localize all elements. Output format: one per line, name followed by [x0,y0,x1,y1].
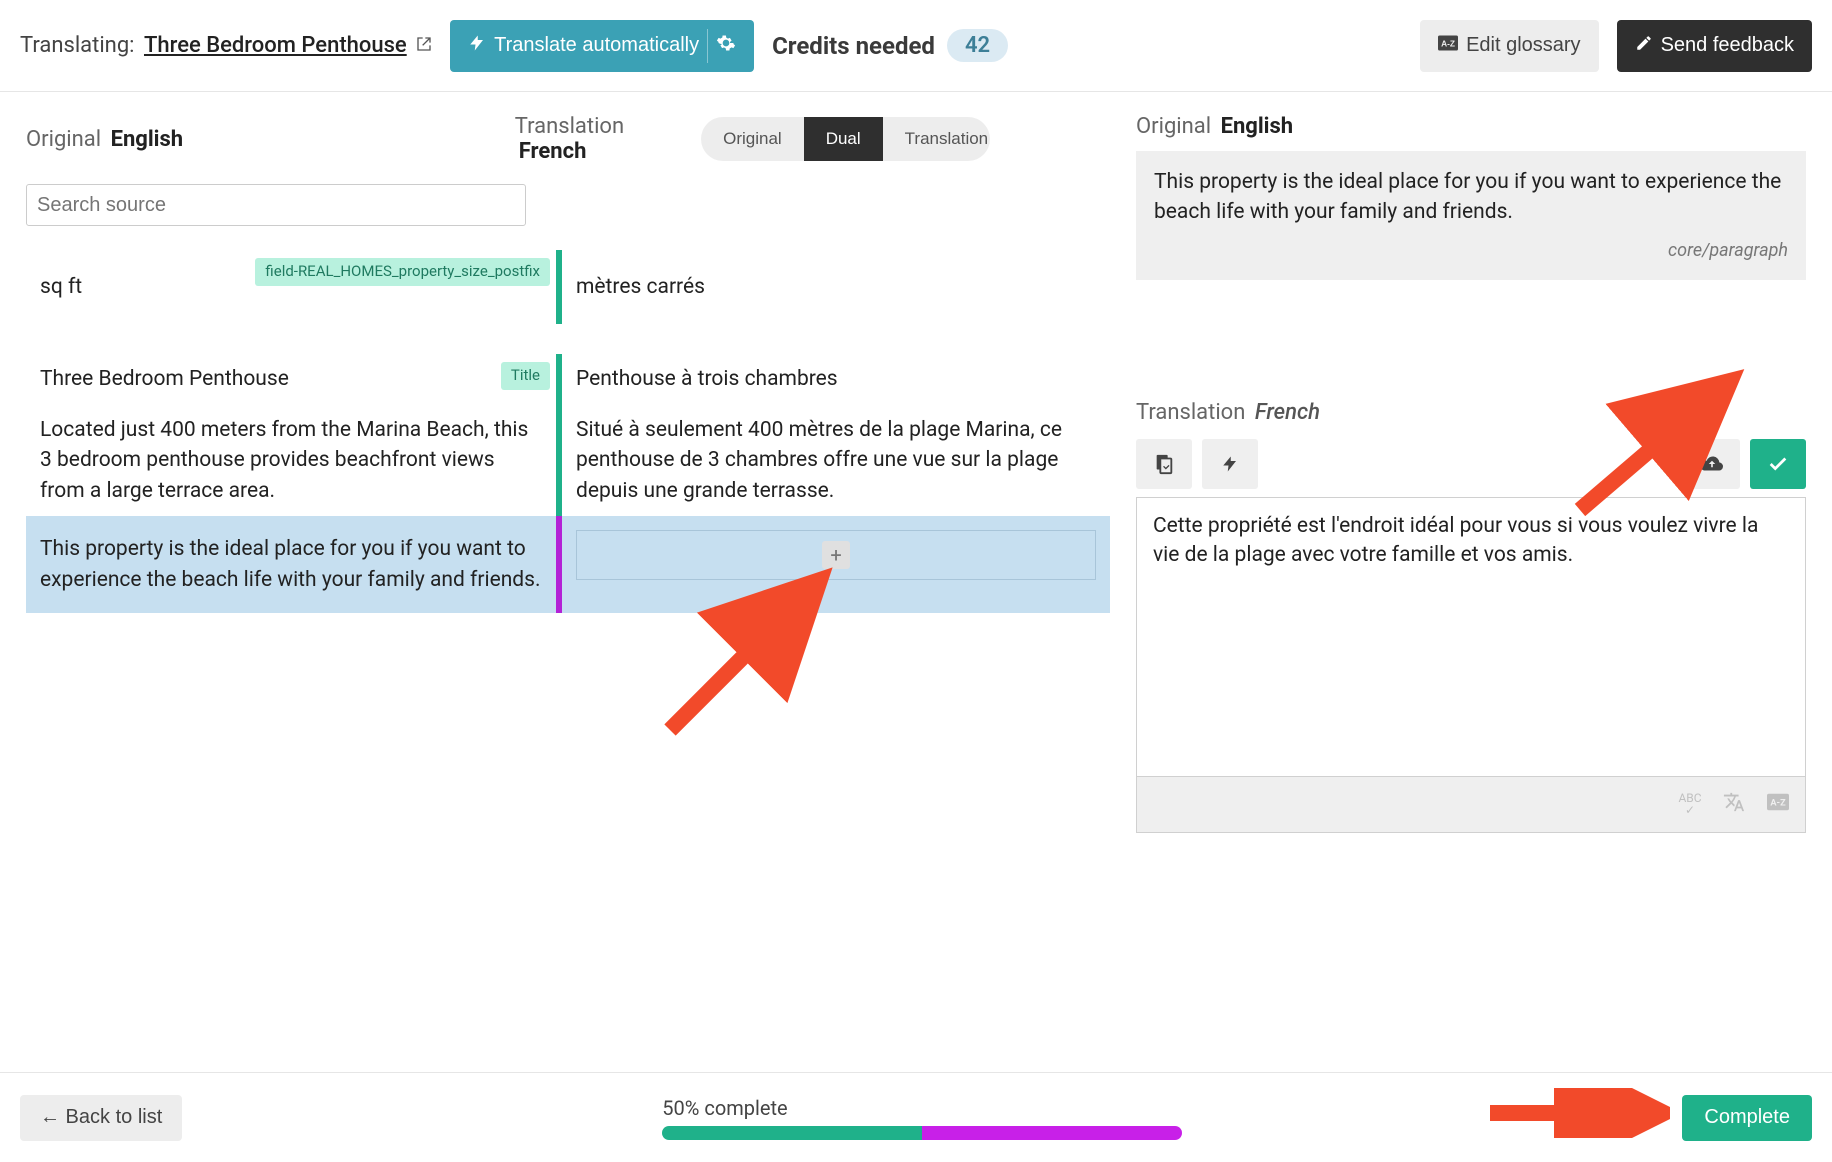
translating-block: Translating: Three Bedroom Penthouse [20,33,432,58]
view-tab-translation[interactable]: Translation [883,117,990,161]
segment-original: This property is the ideal place for you… [26,516,556,613]
copy-source-button[interactable] [1136,439,1192,489]
view-tab-dual[interactable]: Dual [804,117,883,161]
svg-text:A-Z: A-Z [1770,799,1786,809]
detail-original-label: Original English [1136,114,1806,139]
progress-label: 50% complete [662,1096,1182,1120]
status-bar-green [556,250,562,324]
credits-block: Credits needed 42 [772,29,1008,62]
translate-automatically-button[interactable]: Translate automatically [450,20,754,72]
view-tab-original[interactable]: Original [701,117,804,161]
segment-translation: Situé à seulement 400 mètres de la plage… [556,405,1110,516]
segment-row[interactable]: sq ft field-REAL_HOMES_property_size_pos… [26,250,1110,324]
translation-lang-label: Translation French [515,114,689,164]
auto-translate-single-button[interactable] [1202,439,1258,489]
send-feedback-button[interactable]: Send feedback [1617,20,1812,72]
confirm-translation-button[interactable] [1750,439,1806,489]
progress-bar [662,1126,1182,1140]
az-icon[interactable]: A-Z [1765,793,1791,816]
view-toggle: Original Dual Translation [701,117,990,161]
status-bar-green [556,354,562,404]
abc-check-icon[interactable]: ABC✓ [1677,792,1703,816]
original-meta: core/paragraph [1154,238,1788,264]
main-area: Original English Translation French Orig… [0,92,1832,1072]
detail-translation-label: Translation French [1136,400,1806,425]
cloud-save-button[interactable] [1684,439,1740,489]
segment-translation: mètres carrés [556,250,1110,324]
translation-text: Cette propriété est l'endroit idéal pour… [1153,512,1789,571]
footer-bar: ← Back to list 50% complete Complete [0,1072,1832,1162]
pencil-icon [1635,34,1653,58]
title-badge: Title [501,362,550,390]
glossary-icon: A-Z [1438,34,1458,57]
dual-column: Original English Translation French Orig… [0,114,1110,1072]
add-translation-slot[interactable]: + [576,530,1096,580]
segment-original: Three Bedroom Penthouse Title [26,354,556,404]
segment-original: sq ft field-REAL_HOMES_property_size_pos… [26,250,556,324]
translate-automatically-label: Translate automatically [494,34,699,57]
header-bar: Translating: Three Bedroom Penthouse Tra… [0,0,1832,92]
credits-label: Credits needed [772,32,935,60]
translation-textarea[interactable]: Cette propriété est l'endroit idéal pour… [1136,497,1806,777]
original-lang-label: Original English [26,127,503,152]
plus-icon: + [822,541,850,569]
segment-translation: Penthouse à trois chambres [556,354,1110,404]
gear-icon[interactable] [716,33,736,58]
translation-footer: ABC✓ A-Z [1136,777,1806,833]
credits-value: 42 [947,29,1008,62]
send-feedback-label: Send feedback [1661,34,1794,57]
svg-text:A-Z: A-Z [1441,38,1455,48]
status-bar-green [556,405,562,516]
edit-glossary-button[interactable]: A-Z Edit glossary [1420,20,1599,72]
translate-icon[interactable] [1721,791,1747,818]
segment-row-selected[interactable]: This property is the ideal place for you… [26,516,1110,613]
complete-button[interactable]: Complete [1682,1095,1812,1141]
field-badge: field-REAL_HOMES_property_size_postfix [255,258,550,286]
progress-bar-green [662,1126,922,1140]
translation-controls [1136,439,1806,489]
original-text: This property is the ideal place for you… [1154,167,1788,228]
back-to-list-button[interactable]: ← Back to list [20,1095,182,1141]
document-title-link[interactable]: Three Bedroom Penthouse [144,33,407,58]
detail-panel: Original English This property is the id… [1110,114,1832,1072]
progress-block: 50% complete [662,1096,1182,1140]
original-text-box: This property is the ideal place for you… [1136,151,1806,280]
segment-rows: sq ft field-REAL_HOMES_property_size_pos… [26,250,1110,613]
button-divider [707,29,708,63]
dual-column-header: Original English Translation French Orig… [26,114,1110,164]
search-input[interactable] [26,184,526,226]
translating-label: Translating: [20,33,135,58]
progress-bar-purple [922,1126,1182,1140]
external-link-icon[interactable] [416,36,432,56]
status-bar-purple [556,516,562,613]
segment-original: Located just 400 meters from the Marina … [26,405,556,516]
edit-glossary-label: Edit glossary [1466,34,1581,57]
bolt-icon [468,32,486,60]
segment-translation: + [556,516,1110,613]
segment-row[interactable]: Three Bedroom Penthouse Title Penthouse … [26,354,1110,404]
segment-row[interactable]: Located just 400 meters from the Marina … [26,405,1110,516]
